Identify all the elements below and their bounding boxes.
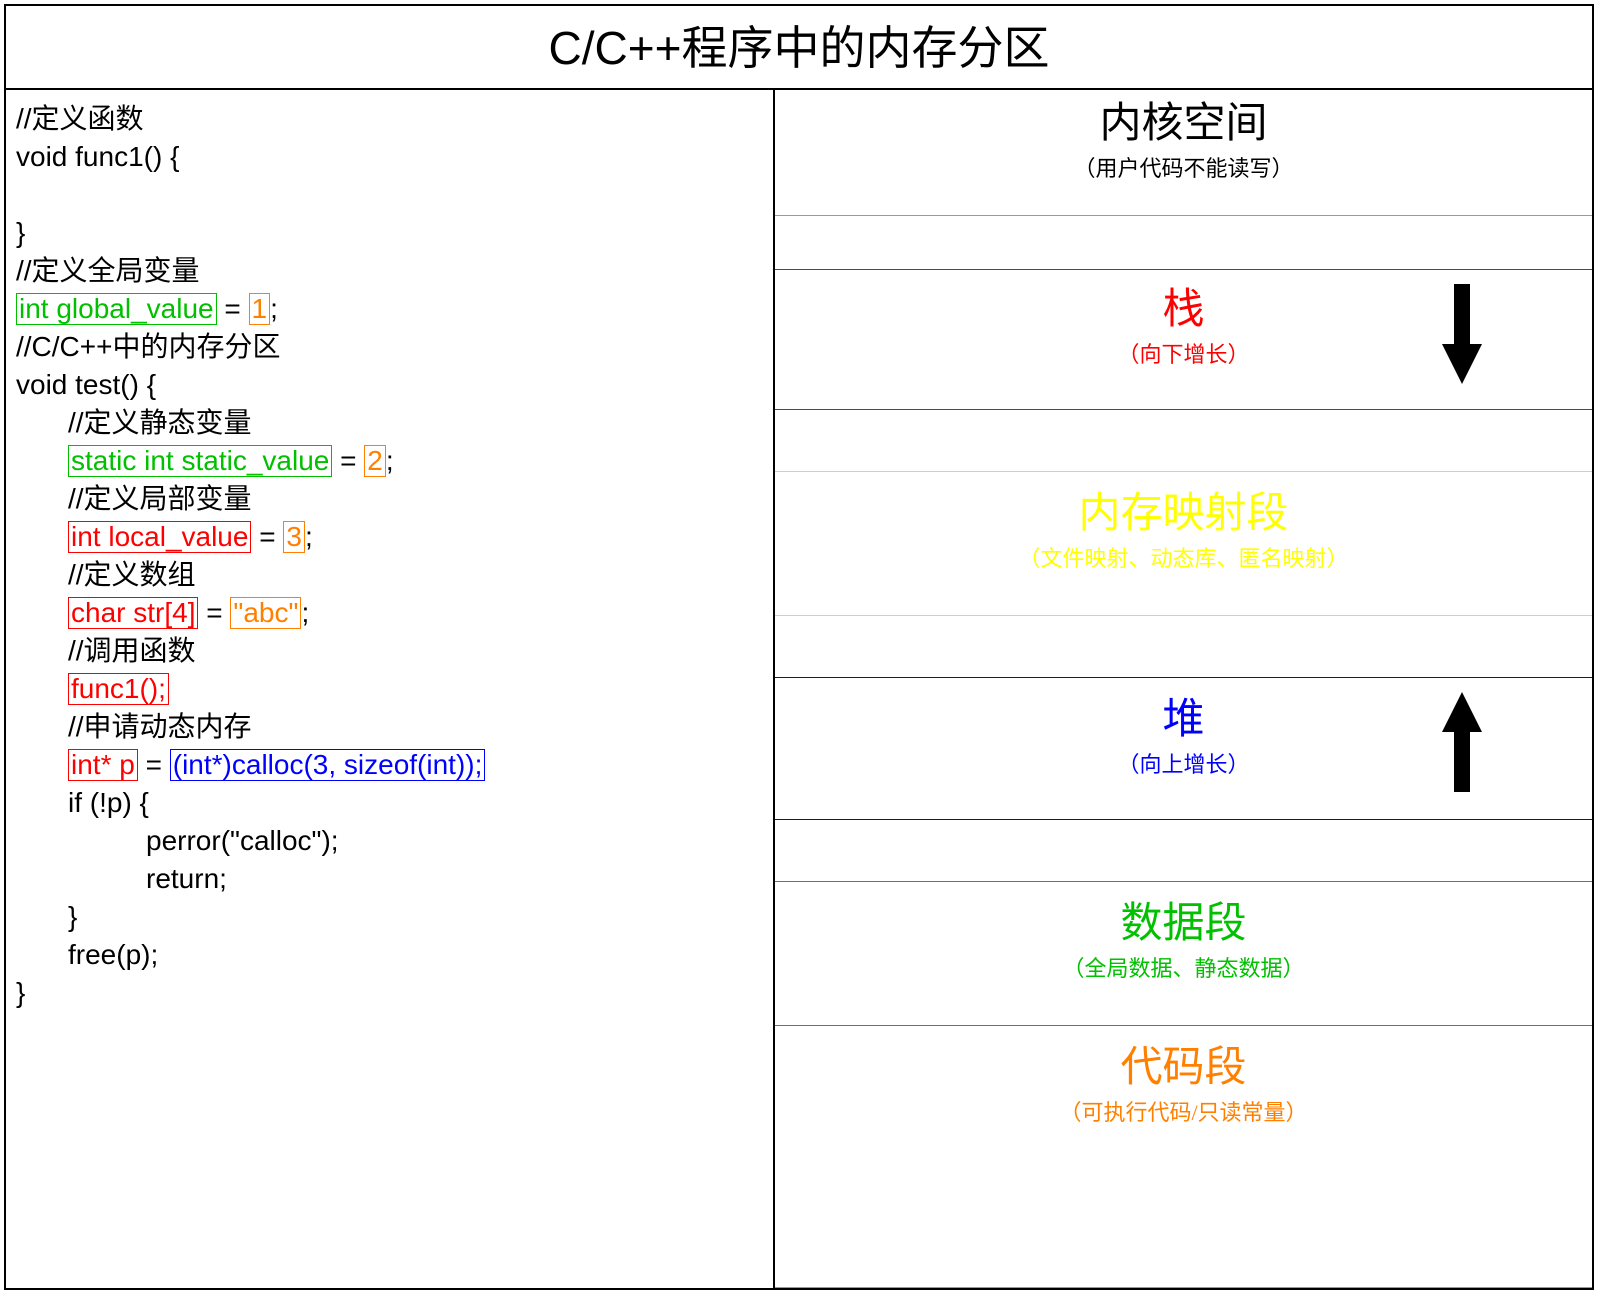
segment-data: 数据段 （全局数据、静态数据） (775, 882, 1592, 1026)
code-text: = (217, 293, 249, 324)
arrow-up-icon (1442, 692, 1482, 792)
diagram-body: //定义函数 void func1() { } //定义全局变量 int glo… (6, 90, 1592, 1288)
code-text: ; (305, 521, 313, 552)
code-text: = (251, 521, 283, 552)
segment-subtitle: （文件映射、动态库、匿名映射） (775, 541, 1592, 573)
segment-stack: 栈 （向下增长） (775, 270, 1592, 410)
segment-heap: 堆 （向上增长） (775, 678, 1592, 820)
segment-kernel: 内核空间 （用户代码不能读写） (775, 90, 1592, 216)
literal-constant: 2 (364, 445, 386, 477)
code-line: perror("calloc"); (16, 822, 767, 860)
segment-gap (775, 820, 1592, 882)
segment-gap (775, 616, 1592, 678)
segment-mmap: 内存映射段 （文件映射、动态库、匿名映射） (775, 472, 1592, 616)
literal-constant: 1 (249, 293, 271, 325)
code-text: = (332, 445, 364, 476)
code-line: } (16, 214, 767, 252)
code-panel: //定义函数 void func1() { } //定义全局变量 int glo… (6, 90, 775, 1288)
segment-subtitle: （全局数据、静态数据） (775, 951, 1592, 983)
code-line: void func1() { (16, 138, 767, 176)
code-line: static int static_value = 2; (16, 442, 767, 480)
segment-gap (775, 216, 1592, 270)
code-line: //申请动态内存 (16, 708, 767, 746)
segment-gap (775, 410, 1592, 472)
code-text: = (198, 597, 230, 628)
segment-title: 内存映射段 (775, 488, 1592, 541)
string-literal: "abc" (230, 597, 301, 629)
global-var-decl: int global_value (16, 293, 217, 325)
code-line: //定义局部变量 (16, 480, 767, 518)
code-line: //调用函数 (16, 632, 767, 670)
diagram-frame: C/C++程序中的内存分区 //定义函数 void func1() { } //… (4, 4, 1594, 1290)
segment-subtitle: （用户代码不能读写） (775, 151, 1592, 183)
code-text: ; (270, 293, 278, 324)
memory-layout-panel: 内核空间 （用户代码不能读写） 栈 （向下增长） 内存映射段 （文件映射、动态库… (775, 90, 1592, 1288)
code-line: //定义函数 (16, 100, 767, 138)
static-var-decl: static int static_value (68, 445, 332, 477)
code-line: } (16, 898, 767, 936)
local-array-decl: char str[4] (68, 597, 198, 629)
code-line: free(p); (16, 936, 767, 974)
code-line: return; (16, 860, 767, 898)
heap-ptr-decl: int* p (68, 749, 138, 781)
heap-alloc-call: (int*)calloc(3, sizeof(int)); (170, 749, 486, 781)
code-text: = (138, 749, 170, 780)
segment-title: 代码段 (775, 1042, 1592, 1095)
diagram-title: C/C++程序中的内存分区 (6, 6, 1592, 90)
code-line: int global_value = 1; (16, 290, 767, 328)
code-line: int* p = (int*)calloc(3, sizeof(int)); (16, 746, 767, 784)
literal-constant: 3 (283, 521, 305, 553)
code-line: //定义全局变量 (16, 252, 767, 290)
code-line: int local_value = 3; (16, 518, 767, 556)
code-line: func1(); (16, 670, 767, 708)
func-call: func1(); (68, 673, 169, 705)
segment-subtitle: （可执行代码/只读常量） (775, 1095, 1592, 1127)
code-line: //C/C++中的内存分区 (16, 328, 767, 366)
code-line (16, 176, 767, 214)
local-var-decl: int local_value (68, 521, 251, 553)
segment-title: 数据段 (775, 898, 1592, 951)
code-line: //定义数组 (16, 556, 767, 594)
code-line: //定义静态变量 (16, 404, 767, 442)
code-text: ; (301, 597, 309, 628)
code-line: } (16, 974, 767, 1012)
code-line: void test() { (16, 366, 767, 404)
arrow-down-icon (1442, 284, 1482, 384)
segment-title: 内核空间 (775, 98, 1592, 151)
code-text: ; (386, 445, 394, 476)
code-line: if (!p) { (16, 784, 767, 822)
segment-code: 代码段 （可执行代码/只读常量） (775, 1026, 1592, 1288)
code-line: char str[4] = "abc"; (16, 594, 767, 632)
